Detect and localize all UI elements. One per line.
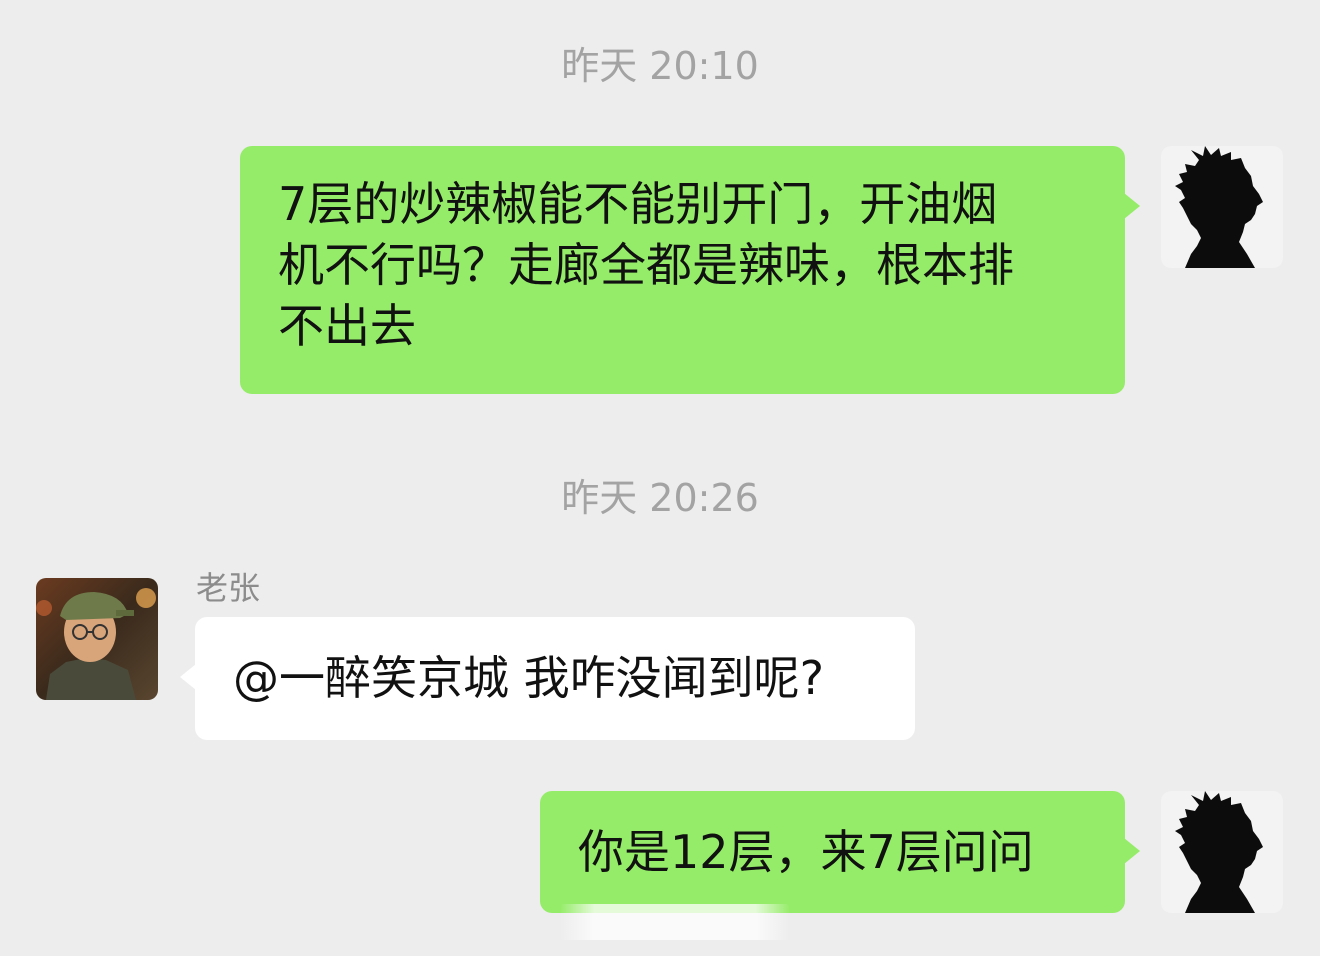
message-bubble[interactable]: 7层的炒辣椒能不能别开门，开油烟 机不行吗？走廊全都是辣味，根本排 不出去 [240,146,1125,394]
avatar[interactable] [36,578,158,700]
silhouette-avatar-icon [1161,791,1283,913]
watermark-overlay [560,904,790,940]
sender-name: 老张 [196,569,261,607]
message-text: 你是12层，来7层问问 [578,825,1034,879]
message-bubble[interactable]: @一醉笑京城 我咋没闻到呢? [195,617,915,740]
avatar[interactable] [1161,791,1283,913]
silhouette-avatar-icon [1161,146,1283,268]
bubble-tail [1124,838,1140,864]
message-bubble[interactable]: 你是12层，来7层问问 [540,791,1125,913]
timestamp: 昨天 20:26 [561,476,759,520]
message-text: @一醉笑京城 我咋没闻到呢? [233,651,825,705]
bubble-tail [180,664,196,690]
message-text-line: 不出去 [278,299,416,353]
message-text-line: 机不行吗？走廊全都是辣味，根本排 [278,238,1014,292]
bubble-tail [1124,193,1140,219]
avatar[interactable] [1161,146,1283,268]
timestamp: 昨天 20:10 [561,44,759,88]
user-photo-avatar-icon [36,578,158,700]
message-text-line: 7层的炒辣椒能不能别开门，开油烟 [278,177,998,231]
